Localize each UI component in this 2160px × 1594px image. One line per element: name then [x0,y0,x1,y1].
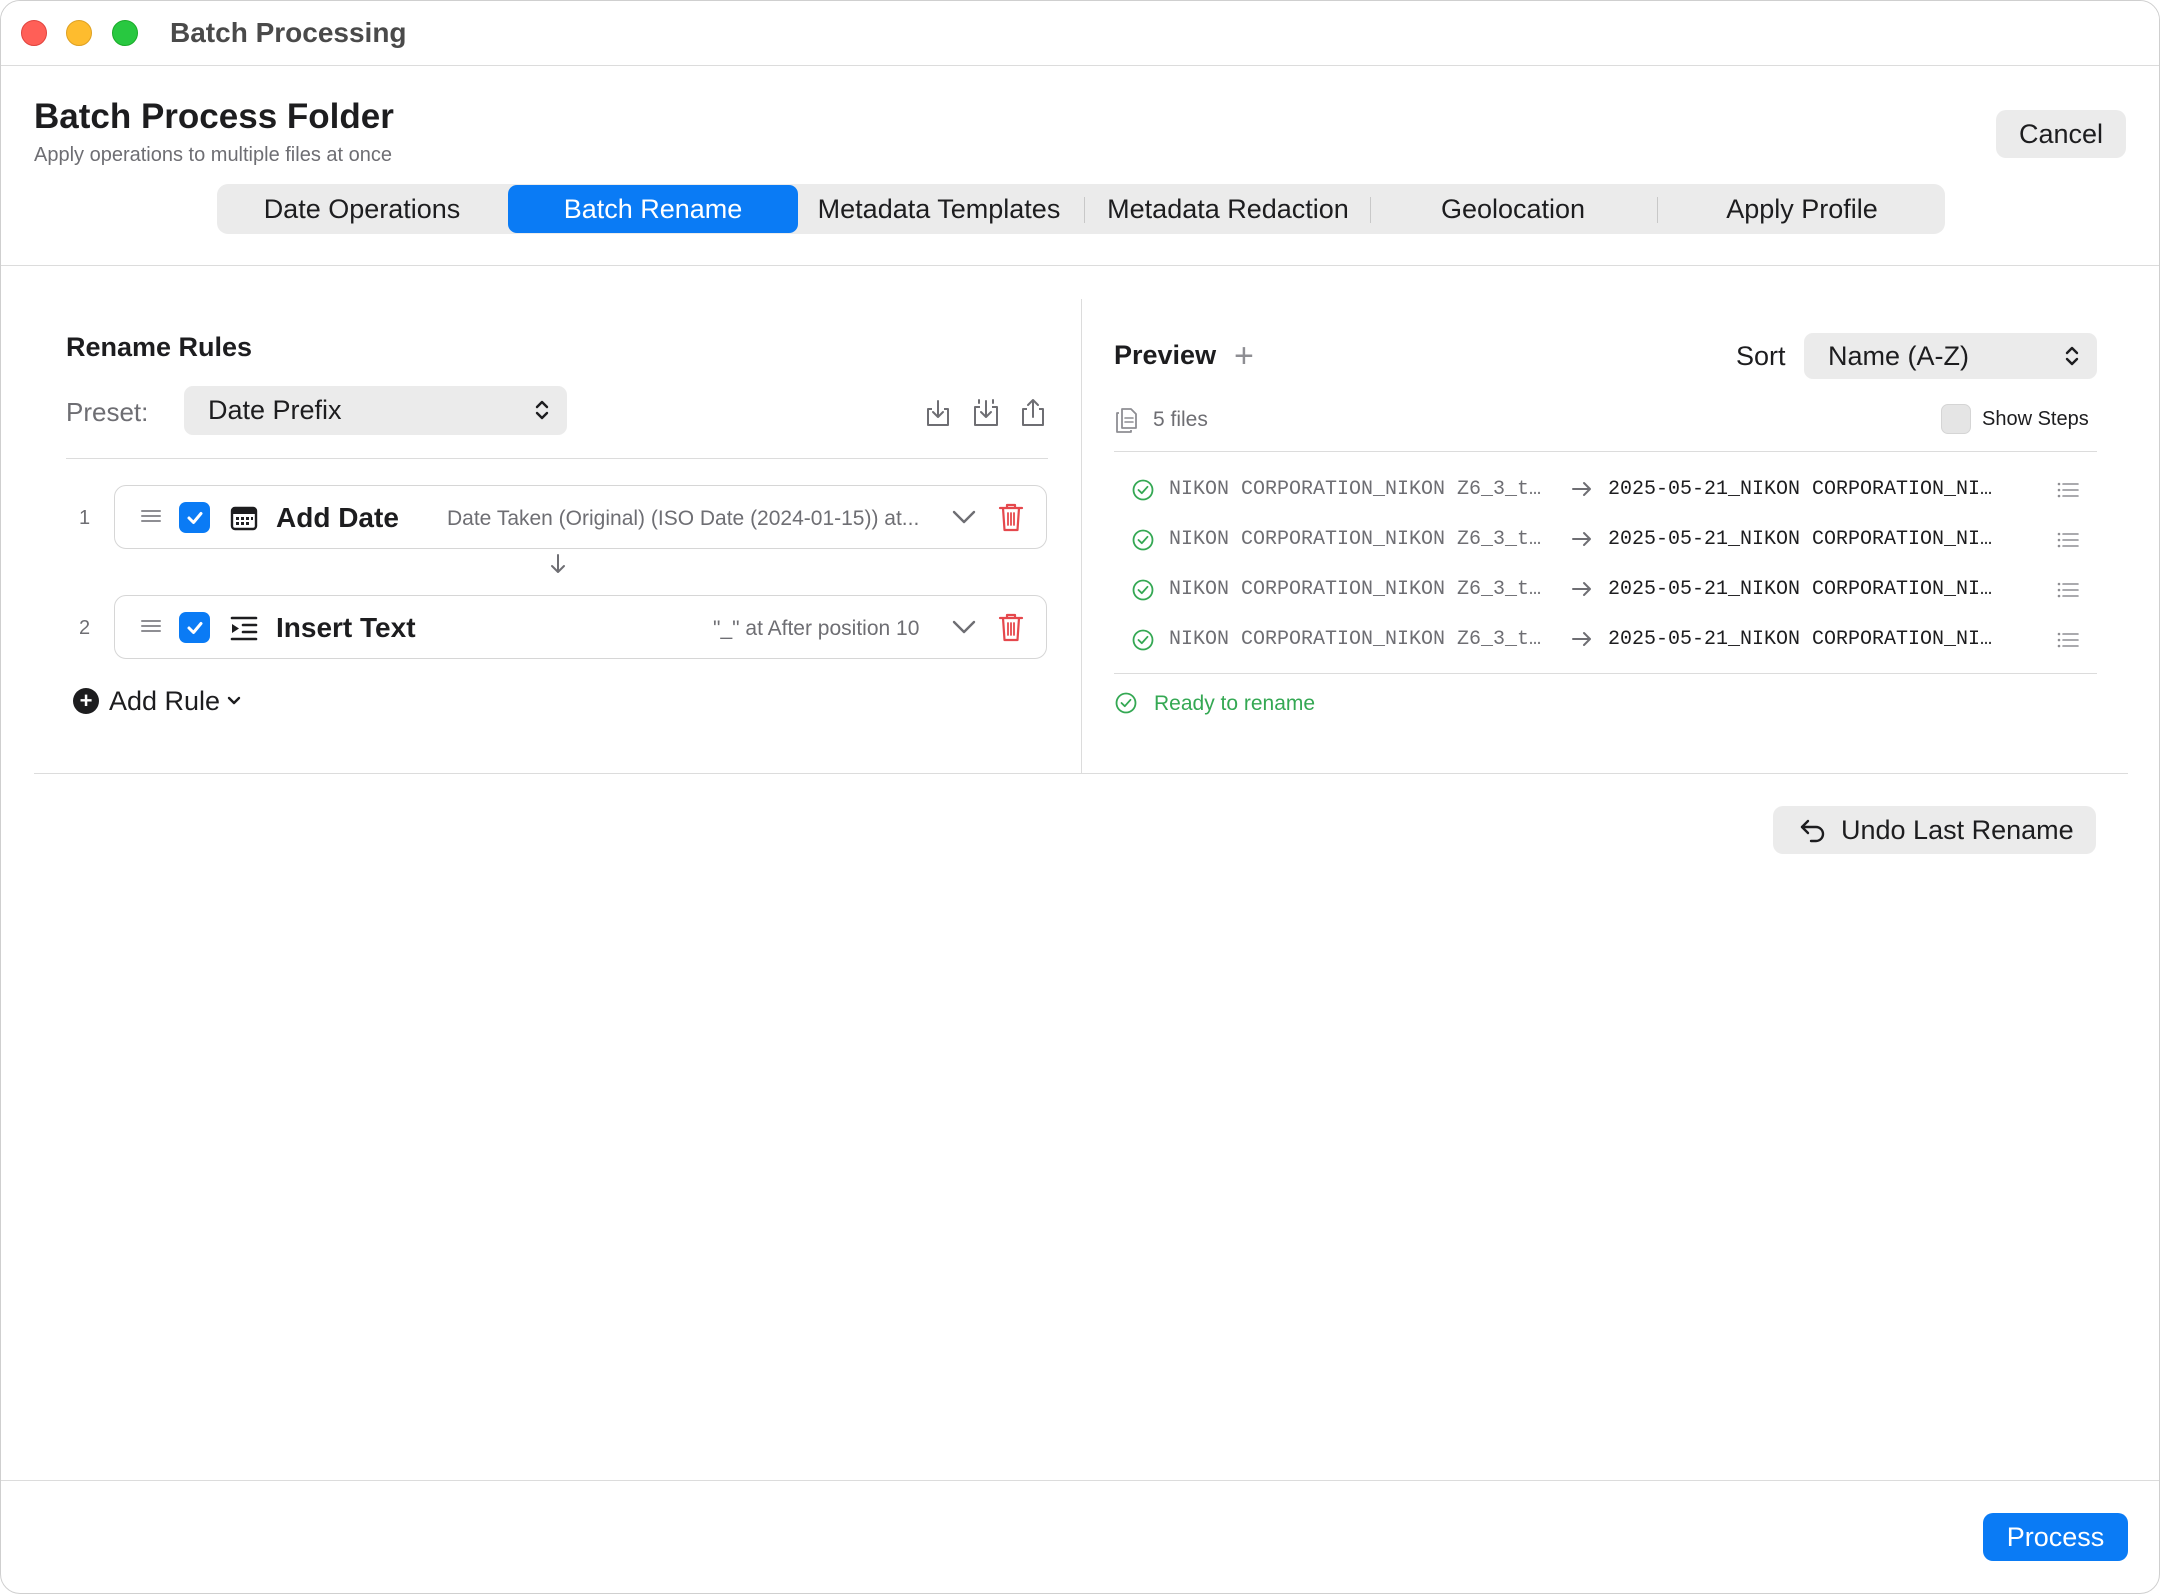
header-divider [1,265,2159,266]
rule-card-insert-text[interactable]: Insert Text "_" at After position 10 [114,595,1047,659]
preview-file-row[interactable]: NIKON CORPORATION_NIKON Z6_3_t… 2025-05-2… [1114,520,2097,560]
arrow-right-icon [1572,532,1591,546]
trash-icon[interactable] [997,611,1025,643]
preview-divider-top [1114,451,2097,452]
rules-divider [66,458,1048,459]
minimize-window-button[interactable] [66,20,92,46]
list-details-icon[interactable] [2056,580,2080,600]
page-subtitle: Apply operations to multiple files at on… [34,144,392,166]
close-window-button[interactable] [21,20,47,46]
check-circle-icon [1132,629,1154,651]
arrow-right-icon [1572,482,1591,496]
check-circle-icon [1132,479,1154,501]
original-filename: NIKON CORPORATION_NIKON Z6_3_t… [1169,628,1542,651]
checkmark-icon [187,621,202,634]
check-circle-icon [1132,579,1154,601]
arrow-down-icon [551,554,565,573]
preset-value: Date Prefix [208,395,342,425]
updown-chevron-icon [2065,346,2079,366]
save-preset-icon[interactable] [970,397,1002,429]
rule-enabled-checkbox[interactable] [179,502,210,533]
chevron-down-icon[interactable] [951,506,977,528]
check-circle-icon [1115,692,1137,714]
batch-processing-window: Batch Processing Batch Process Folder Ap… [0,0,2160,1594]
page-title: Batch Process Folder [34,97,394,136]
new-filename: 2025-05-21_NIKON CORPORATION_NI… [1608,478,1993,501]
preview-file-row[interactable]: NIKON CORPORATION_NIKON Z6_3_t… 2025-05-2… [1114,620,2097,660]
sort-value: Name (A-Z) [1828,340,1969,371]
arrow-right-icon [1572,582,1591,596]
rule-name: Add Date [276,502,399,533]
process-button[interactable]: Process [1983,1513,2128,1561]
insert-text-icon [230,616,258,641]
rename-rules-title: Rename Rules [66,332,253,362]
tab-metadata-templates[interactable]: Metadata Templates [794,184,1084,234]
undo-arrow-icon [1800,819,1825,843]
original-filename: NIKON CORPORATION_NIKON Z6_3_t… [1169,578,1542,601]
window-title: Batch Processing [170,17,407,48]
undo-last-rename-button[interactable]: Undo Last Rename [1773,806,2096,854]
preview-file-row[interactable]: NIKON CORPORATION_NIKON Z6_3_t… 2025-05-2… [1114,570,2097,610]
tab-metadata-redaction[interactable]: Metadata Redaction [1083,184,1373,234]
cancel-button[interactable]: Cancel [1996,110,2126,158]
rule-enabled-checkbox[interactable] [179,612,210,643]
preset-label: Preset: [66,397,149,427]
original-filename: NIKON CORPORATION_NIKON Z6_3_t… [1169,478,1542,501]
chevron-down-icon [227,696,241,705]
plus-circle-icon: + [73,688,99,714]
tab-date-operations[interactable]: Date Operations [217,184,507,234]
add-rule-label: Add Rule [109,685,221,716]
content-divider [34,773,2128,774]
status-text: Ready to rename [1154,692,1316,715]
preview-file-row[interactable]: NIKON CORPORATION_NIKON Z6_3_t… 2025-05-2… [1114,470,2097,510]
tab-batch-rename[interactable]: Batch Rename [508,185,798,233]
preview-divider-bottom [1114,673,2097,674]
calendar-icon [230,506,258,531]
list-details-icon[interactable] [2056,530,2080,550]
rule-card-add-date[interactable]: Add Date Date Taken (Original) (ISO Date… [114,485,1047,549]
rule-number: 1 [79,507,91,529]
rule-description: Date Taken (Original) (ISO Date (2024-01… [447,507,920,530]
updown-chevron-icon [535,400,549,420]
drag-handle-icon[interactable] [140,507,162,525]
preview-title: Preview [1114,340,1217,370]
drag-handle-icon[interactable] [140,617,162,635]
list-details-icon[interactable] [2056,480,2080,500]
footer-divider [1,1480,2159,1481]
show-steps-checkbox[interactable] [1941,404,1971,434]
rule-name: Insert Text [276,612,416,643]
import-icon[interactable] [922,397,954,429]
preset-select[interactable]: Date Prefix [184,386,567,435]
title-bar: Batch Processing [1,1,2159,66]
rule-description: "_" at After position 10 [713,617,920,640]
rule-number: 2 [79,617,91,639]
file-count: 5 files [1153,408,1208,431]
new-filename: 2025-05-21_NIKON CORPORATION_NI… [1608,528,1993,551]
zoom-window-button[interactable] [112,20,138,46]
add-rule-button[interactable]: + Add Rule [73,684,242,718]
show-steps-label[interactable]: Show Steps [1982,408,2089,431]
trash-icon[interactable] [997,501,1025,533]
checkmark-icon [187,511,202,524]
arrow-right-icon [1572,632,1591,646]
operation-tabs: Date Operations Batch Rename Metadata Te… [217,184,1945,234]
new-filename: 2025-05-21_NIKON CORPORATION_NI… [1608,628,1993,651]
panel-divider [1081,299,1082,773]
sort-select[interactable]: Name (A-Z) [1804,333,2097,379]
original-filename: NIKON CORPORATION_NIKON Z6_3_t… [1169,528,1542,551]
new-filename: 2025-05-21_NIKON CORPORATION_NI… [1608,578,1993,601]
sort-label: Sort [1736,341,1786,371]
add-preview-button[interactable]: + [1234,339,1254,373]
share-icon[interactable] [1017,397,1049,429]
undo-label: Undo Last Rename [1841,814,2074,845]
chevron-down-icon[interactable] [951,616,977,638]
list-details-icon[interactable] [2056,630,2080,650]
check-circle-icon [1132,529,1154,551]
tab-apply-profile[interactable]: Apply Profile [1657,184,1947,234]
tab-geolocation[interactable]: Geolocation [1368,184,1658,234]
documents-icon [1116,408,1137,433]
